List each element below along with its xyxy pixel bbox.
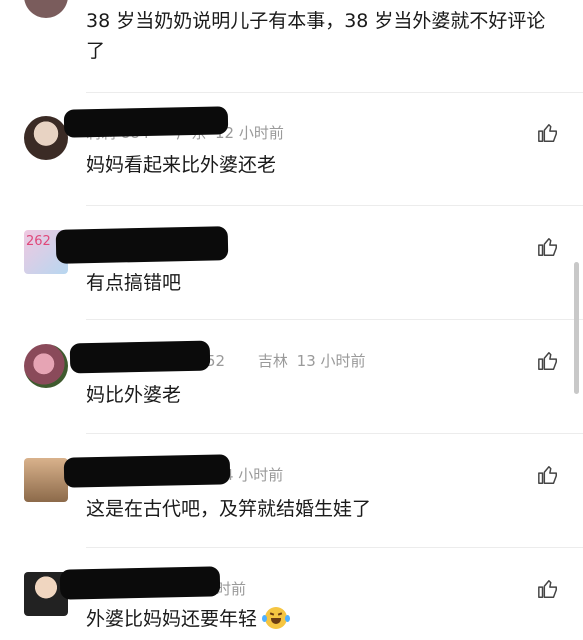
timestamp: 13 小时前 — [296, 352, 366, 370]
timestamp: 时前 — [216, 580, 247, 598]
comment-meta: 52 吉林 13 小时前 — [206, 350, 366, 371]
crying-laughing-emoji — [262, 607, 291, 629]
comment-text: 有点搞错吧 — [86, 272, 182, 294]
thumbs-up-icon[interactable] — [537, 236, 559, 258]
comment-text: 38 岁当奶奶说明儿子有本事，38 岁当外婆就不好评论了 — [86, 10, 546, 62]
comment-meta: 4 小时前 — [224, 464, 283, 485]
timestamp: 4 小时前 — [224, 466, 284, 484]
divider — [86, 319, 583, 320]
redaction-bar — [63, 106, 229, 138]
divider — [86, 205, 583, 206]
scrollbar[interactable] — [574, 262, 579, 394]
location: 吉林 — [257, 352, 288, 370]
comment-item: 莉莉 884 广东 12 小时前 妈妈看起来比外婆还老 — [0, 106, 583, 204]
redaction-bar — [59, 566, 221, 600]
thumbs-up-icon[interactable] — [537, 578, 559, 600]
divider — [86, 433, 583, 434]
divider — [86, 547, 583, 548]
comment-text-body: 外婆比妈妈还要年轻 — [86, 608, 258, 630]
avatar[interactable] — [24, 344, 68, 388]
thumbs-up-icon[interactable] — [537, 350, 559, 372]
redaction-bar — [69, 340, 211, 374]
comment-item: 4 小时前 这是在古代吧，及笄就结婚生娃了 — [0, 448, 583, 546]
comment-item: 262 前 有点搞错吧 — [0, 220, 583, 318]
divider — [86, 92, 583, 93]
comment-text: 妈妈看起来比外婆还老 — [86, 154, 277, 176]
comment-text: 这是在古代吧，及笄就结婚生娃了 — [86, 498, 372, 520]
redaction-bar — [55, 226, 229, 264]
thumbs-up-icon[interactable] — [537, 464, 559, 486]
comment-text: 外婆比妈妈还要年轻 — [86, 604, 291, 634]
avatar[interactable] — [24, 458, 68, 502]
avatar[interactable] — [24, 0, 68, 18]
avatar[interactable] — [24, 116, 68, 160]
thumbs-up-icon[interactable] — [537, 122, 559, 144]
redaction-bar — [63, 454, 231, 488]
comment-item: 时前 外婆比妈妈还要年轻 — [0, 562, 583, 640]
comment-text: 妈比外婆老 — [86, 384, 182, 406]
comment-meta: 时前 — [216, 578, 246, 599]
comment-item: 52 吉林 13 小时前 妈比外婆老 — [0, 334, 583, 432]
